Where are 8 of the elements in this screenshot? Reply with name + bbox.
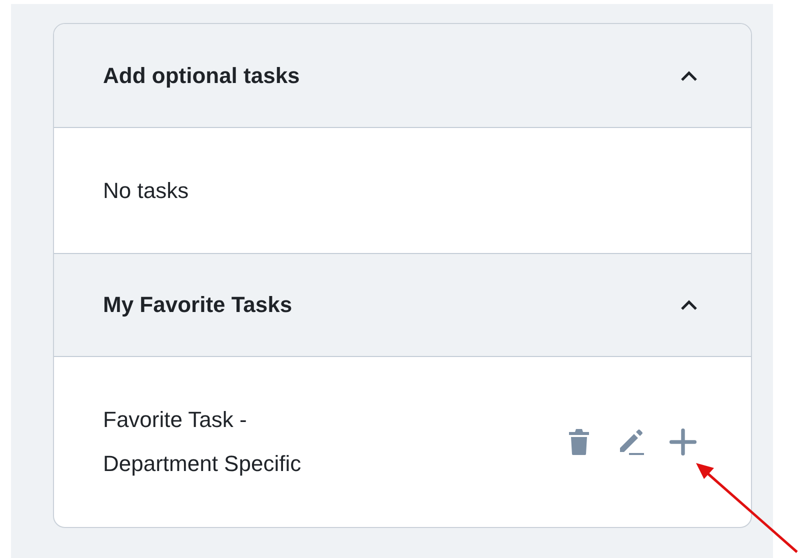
section-header[interactable]: My Favorite Tasks [54, 253, 751, 357]
empty-message: No tasks [103, 178, 189, 204]
section-title: My Favorite Tasks [103, 292, 292, 318]
task-name: Favorite Task - Department Specific [103, 406, 302, 478]
section-header[interactable]: Add optional tasks [54, 24, 751, 128]
pencil-icon[interactable] [617, 428, 645, 456]
plus-icon[interactable] [669, 428, 697, 456]
section-title: Add optional tasks [103, 62, 300, 88]
